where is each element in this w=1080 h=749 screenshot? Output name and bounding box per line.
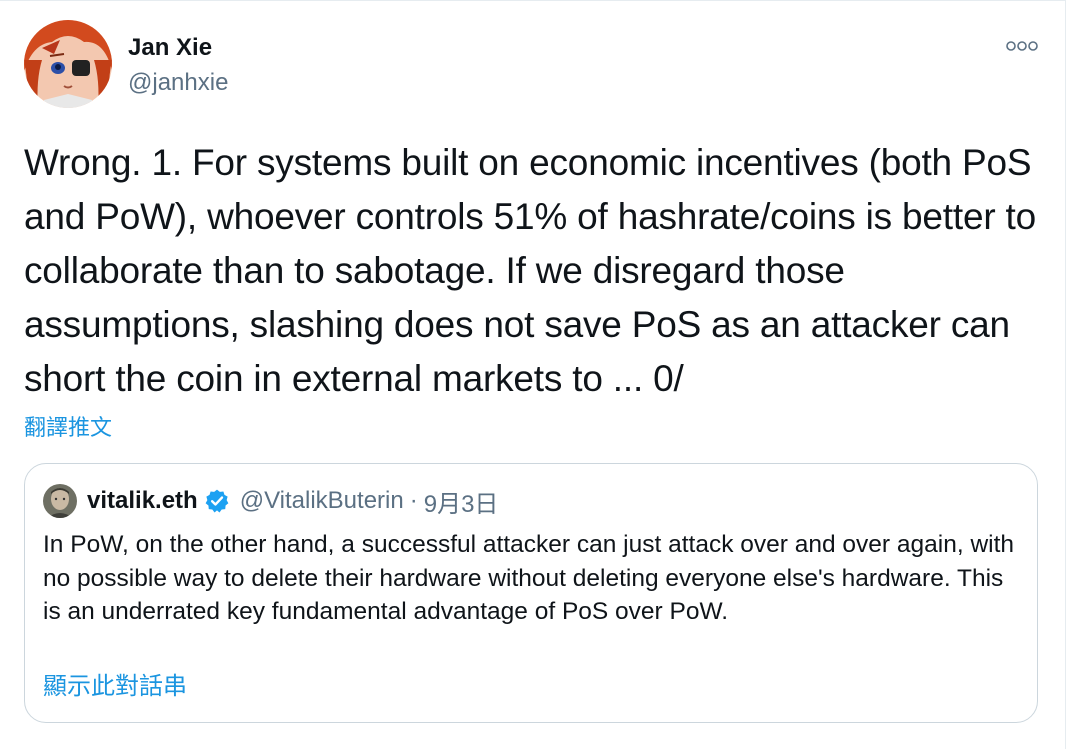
more-options-icon[interactable] [1004, 36, 1040, 56]
translate-tweet-link[interactable]: 翻譯推文 [24, 414, 112, 442]
tweet-text: Wrong. 1. For systems built on economic … [24, 142, 1036, 399]
quoted-author-avatar[interactable] [43, 484, 77, 518]
tweet-card: Jan Xie @janhxie Wrong. 1. For systems b… [0, 0, 1066, 749]
quoted-author-name[interactable]: vitalik.eth [87, 487, 198, 515]
author-handle[interactable]: @janhxie [128, 68, 228, 98]
divider [0, 0, 1066, 1]
quoted-header: vitalik.eth @VitalikButerin · 9月3日 [87, 484, 499, 519]
author-avatar[interactable] [24, 20, 112, 108]
quoted-author-handle: @VitalikButerin [239, 487, 404, 514]
quoted-tweet-text: In PoW, on the other hand, a successful … [43, 531, 1015, 625]
quoted-date[interactable]: 9月3日 [424, 484, 499, 519]
separator-dot: · [409, 487, 418, 514]
verified-badge-icon [204, 488, 230, 514]
quoted-tweet[interactable]: vitalik.eth @VitalikButerin · 9月3日 In Po… [24, 463, 1038, 723]
author-name[interactable]: Jan Xie [128, 33, 212, 63]
show-thread-link[interactable]: 顯示此對話串 [43, 672, 187, 702]
